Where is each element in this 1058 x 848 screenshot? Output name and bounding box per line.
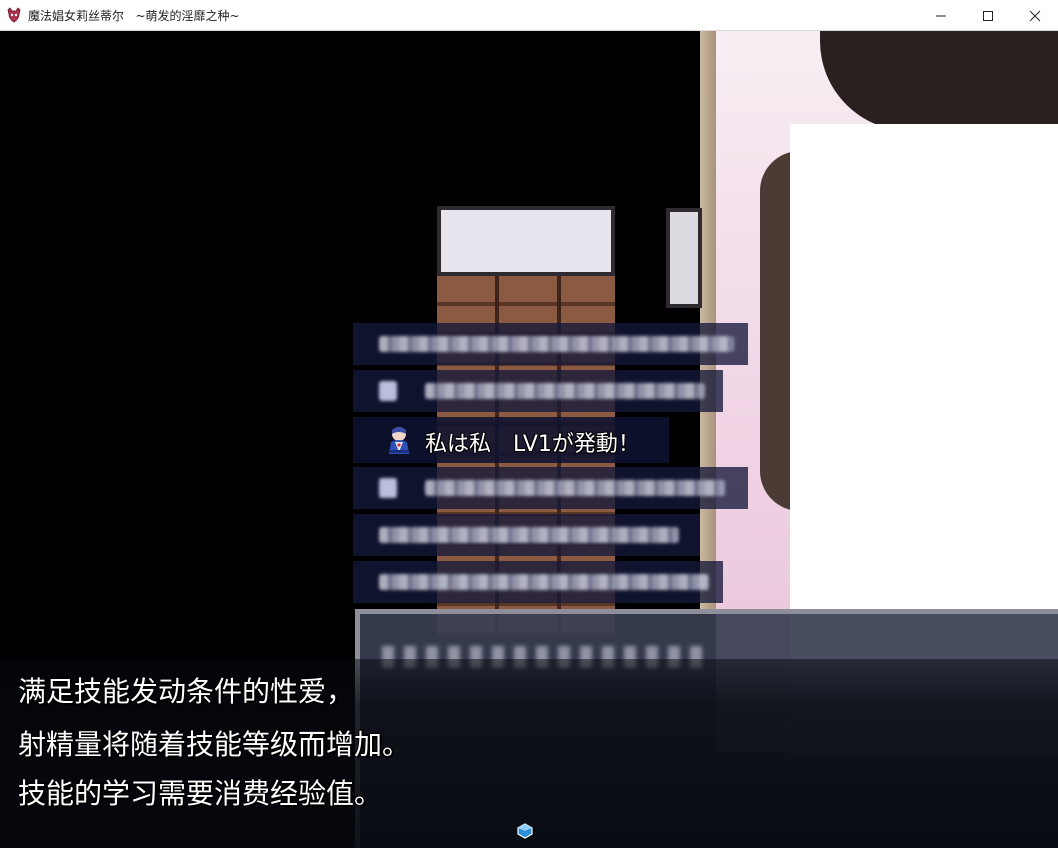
- scene-wall-edge: [700, 31, 716, 611]
- close-button[interactable]: [1011, 0, 1058, 31]
- window-title: 魔法娼女莉丝蒂尔 ~萌发的淫靡之种~: [28, 8, 240, 23]
- pause-cursor-icon: [517, 823, 533, 839]
- message-line-3: 技能的学习需要消费经验值。: [18, 777, 383, 810]
- obscured-log-text: [379, 336, 734, 352]
- log-row: [353, 467, 748, 509]
- message-line-2: 射精量将随着技能等级而增加。: [18, 728, 411, 761]
- maximize-icon: [982, 10, 993, 21]
- minimize-icon: [935, 15, 946, 16]
- skill-activated-text: 私は私 LV1が発動！: [425, 432, 640, 457]
- log-row: [353, 561, 723, 603]
- window-controls: [917, 0, 1058, 31]
- message-line-1: 满足技能发动条件的性爱，: [18, 675, 355, 708]
- log-row: [353, 514, 700, 556]
- game-viewport[interactable]: 私は私 LV1が発動！ 满足技能发动条件的性爱， 射精量将随着技能等级而增加。 …: [0, 31, 1058, 848]
- scene-shelf-small: [666, 208, 702, 308]
- obscured-log-text: [425, 480, 725, 496]
- skill-character-icon: [383, 424, 415, 456]
- obscured-log-text: [425, 383, 705, 399]
- obscured-log-icon: [379, 478, 397, 498]
- obscured-log-text: [379, 574, 709, 590]
- obscured-log-text: [379, 527, 679, 543]
- log-row: [353, 370, 723, 412]
- log-row-skill-activated: 私は私 LV1が発動！: [353, 417, 669, 463]
- close-icon: [1029, 10, 1040, 21]
- minimize-button[interactable]: [917, 0, 964, 31]
- demon-heart-icon: [6, 7, 22, 23]
- obscured-log-icon: [379, 381, 397, 401]
- window-titlebar: 魔法娼女莉丝蒂尔 ~萌发的淫靡之种~: [0, 0, 1058, 31]
- scene-shelf: [437, 206, 615, 276]
- maximize-button[interactable]: [964, 0, 1011, 31]
- log-row: [353, 323, 748, 365]
